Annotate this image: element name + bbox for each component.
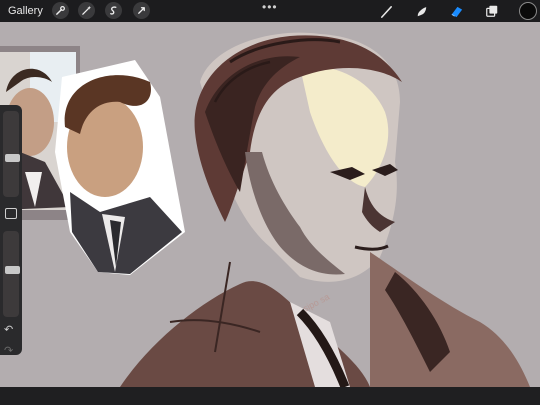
- layers-icon[interactable]: [484, 3, 500, 19]
- opacity-slider[interactable]: [3, 231, 20, 317]
- drawing-canvas[interactable]: sipo sa: [0, 22, 540, 387]
- selection-icon[interactable]: [105, 2, 122, 19]
- smudge-icon[interactable]: [413, 3, 429, 19]
- wrench-icon[interactable]: [52, 2, 69, 19]
- brush-icon[interactable]: [378, 3, 394, 19]
- brush-size-thumb[interactable]: [5, 154, 20, 162]
- magic-wand-icon[interactable]: [78, 2, 95, 19]
- sketch-portrait: [120, 32, 530, 387]
- opacity-thumb[interactable]: [5, 266, 20, 274]
- brush-size-slider[interactable]: [3, 111, 20, 197]
- top-toolbar: Gallery •••: [0, 0, 540, 22]
- left-sidebar: ↶ ↷: [0, 105, 22, 357]
- color-picker-button[interactable]: [519, 2, 537, 20]
- modify-button[interactable]: [5, 208, 17, 219]
- gallery-button[interactable]: Gallery: [8, 3, 43, 19]
- artist-signature: sipo sa: [301, 292, 331, 314]
- undo-icon[interactable]: ↶: [4, 323, 13, 336]
- eraser-icon[interactable]: [448, 3, 464, 19]
- transform-icon[interactable]: [133, 2, 150, 19]
- artwork: sipo sa: [0, 32, 530, 387]
- more-menu-dots[interactable]: •••: [262, 0, 278, 14]
- redo-icon[interactable]: ↷: [4, 344, 13, 357]
- reference-photo-2: [55, 60, 185, 275]
- bottom-bar: [0, 387, 540, 405]
